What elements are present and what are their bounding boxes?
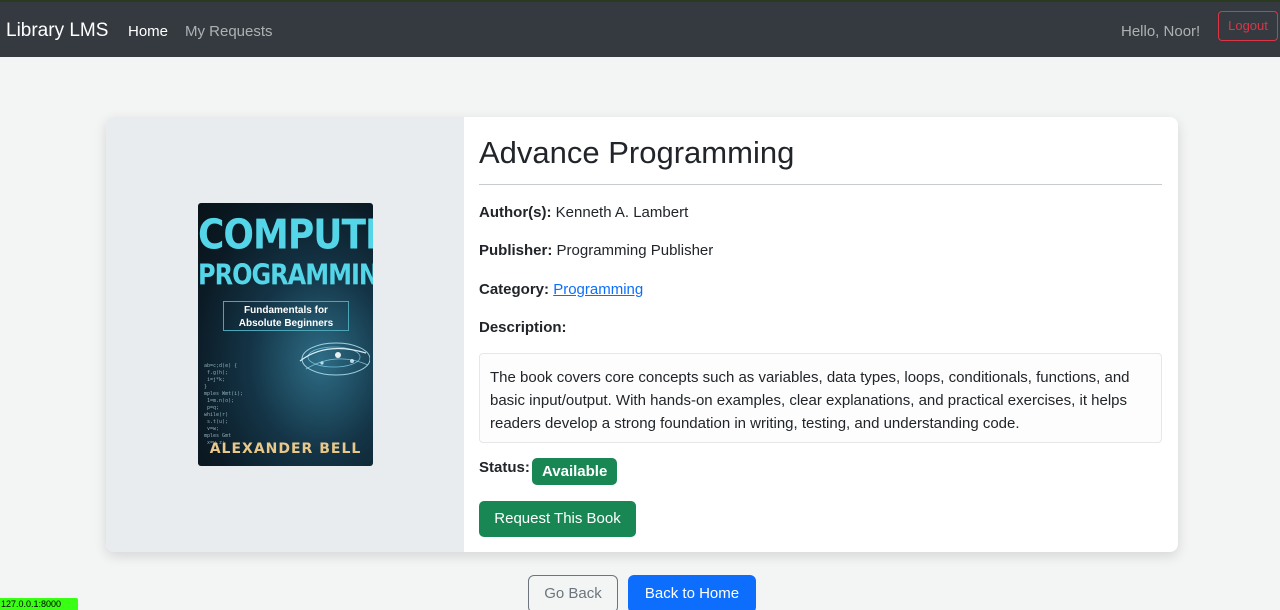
go-back-button[interactable]: Go Back (528, 575, 618, 610)
publisher-value: Programming Publisher (556, 242, 714, 259)
book-details: Advance Programming Author(s): Kenneth A… (479, 117, 1162, 552)
author-value: Kenneth A. Lambert (555, 204, 689, 221)
browser-status-url: 127.0.0.1:8000 (0, 598, 78, 610)
category-field: Category: Programming (479, 281, 643, 298)
top-navbar: Library LMS Home My Requests Hello, Noor… (0, 2, 1280, 57)
user-greeting: Hello, Noor! (1121, 23, 1201, 40)
brand-logo[interactable]: Library LMS (6, 20, 108, 42)
nav-link-my-requests[interactable]: My Requests (185, 23, 273, 40)
status-label: Status: (479, 459, 530, 476)
back-to-home-button[interactable]: Back to Home (628, 575, 756, 610)
author-field: Author(s): Kenneth A. Lambert (479, 204, 688, 221)
book-detail-card: COMPUTER PROGRAMMING Fundamentals for Ab… (106, 117, 1178, 552)
cover-title-line2: PROGRAMMING (198, 258, 373, 292)
cover-author-name: ALEXANDER BELL (209, 441, 362, 457)
description-field: Description: (479, 319, 567, 336)
cover-title-line1: COMPUTER (198, 211, 373, 260)
cover-panel: COMPUTER PROGRAMMING Fundamentals for Ab… (106, 117, 464, 552)
category-label: Category: (479, 281, 550, 298)
publisher-label: Publisher: (479, 242, 553, 259)
cover-globe-graphic (299, 342, 370, 376)
title-divider (479, 184, 1162, 185)
request-book-button[interactable]: Request This Book (479, 501, 636, 537)
logout-button[interactable]: Logout (1218, 11, 1278, 41)
description-text: The book covers core concepts such as va… (479, 353, 1162, 443)
nav-link-home[interactable]: Home (128, 23, 168, 40)
cover-code-decoration: ab=c;d(e) { f.g(h); i=j*k; } mples Wmt(i… (204, 363, 244, 446)
cover-subtitle: Fundamentals for Absolute Beginners (223, 301, 349, 331)
book-title: Advance Programming (479, 135, 795, 170)
author-label: Author(s): (479, 204, 552, 221)
description-label: Description: (479, 319, 567, 336)
publisher-field: Publisher: Programming Publisher (479, 242, 713, 259)
category-link[interactable]: Programming (553, 281, 643, 298)
status-badge: Available (532, 458, 618, 485)
book-cover-image: COMPUTER PROGRAMMING Fundamentals for Ab… (198, 203, 373, 466)
